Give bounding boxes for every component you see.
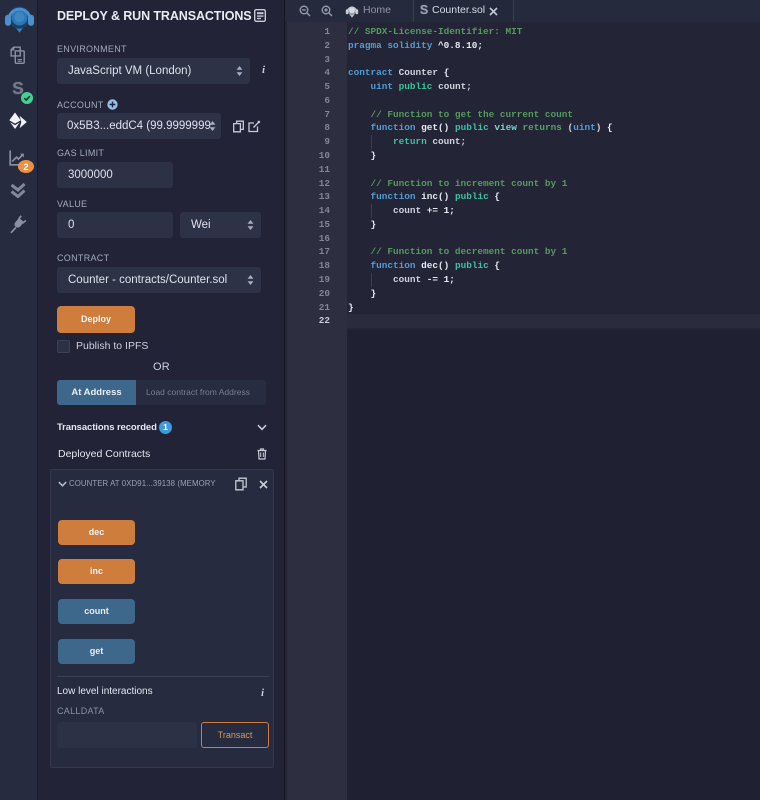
svg-text:2: 2 xyxy=(23,162,28,172)
